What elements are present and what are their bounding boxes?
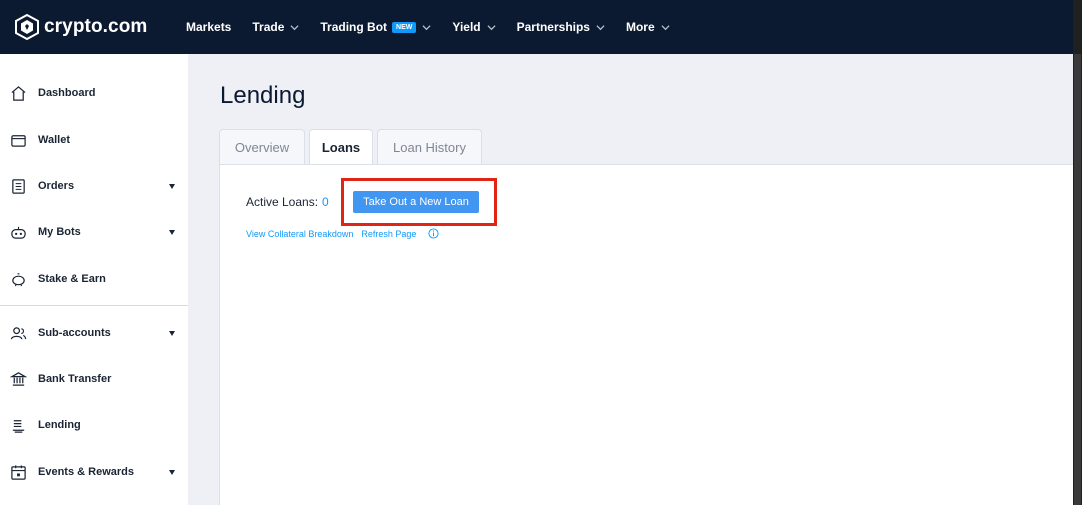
sidebar-item-label: Wallet [38, 134, 70, 146]
sidebar-item-stake-earn[interactable]: Stake & Earn [0, 262, 188, 296]
scrollbar-thumb[interactable] [1074, 54, 1081, 505]
sidebar-item-wallet[interactable]: Wallet [0, 123, 188, 157]
tab-overview[interactable]: Overview [219, 129, 305, 164]
home-icon [11, 85, 26, 101]
nav-yield-label: Yield [452, 20, 481, 34]
nav-markets-label: Markets [186, 20, 232, 34]
sidebar-item-sub-accounts[interactable]: Sub-accounts [0, 316, 188, 350]
chevron-down-icon [422, 24, 431, 30]
chevron-down-icon [290, 24, 299, 30]
tab-loans[interactable]: Loans [309, 129, 373, 165]
nav-more[interactable]: More [626, 20, 670, 34]
sidebar: Dashboard Wallet Orders My Bots Stake & … [0, 54, 188, 505]
nav-more-label: More [625, 20, 655, 34]
main-content: Lending Overview Loans Loan History Acti… [188, 54, 1073, 505]
lending-icon [12, 419, 25, 433]
main-nav: Markets Trade Trading Bot NEW Yield Part… [186, 20, 691, 34]
nav-yield[interactable]: Yield [452, 20, 496, 34]
nav-trading-bot-label: Trading Bot [320, 20, 388, 34]
chevron-down-icon [596, 24, 605, 30]
nav-trade-label: Trade [252, 20, 285, 34]
sidebar-item-label: Bank Transfer [38, 373, 112, 385]
sidebar-item-orders[interactable]: Orders [0, 169, 188, 203]
sidebar-item-label: Lending [38, 419, 81, 431]
orders-icon [12, 178, 25, 194]
caret-down-icon [169, 183, 175, 189]
caret-down-icon [169, 469, 175, 475]
sidebar-item-label: Stake & Earn [38, 273, 106, 285]
sidebar-item-label: Orders [38, 180, 75, 192]
chevron-down-icon [661, 24, 670, 30]
crypto-com-logo-icon [15, 14, 39, 40]
scrollbar[interactable] [1073, 0, 1082, 505]
nav-partnerships[interactable]: Partnerships [517, 20, 605, 34]
sidebar-item-label: Dashboard [38, 87, 96, 99]
sidebar-item-events-rewards[interactable]: Events & Rewards [0, 455, 188, 489]
sidebar-item-label: Sub-accounts [38, 327, 111, 339]
take-out-new-loan-button[interactable]: Take Out a New Loan [353, 191, 479, 213]
nav-markets[interactable]: Markets [186, 20, 231, 34]
panel-links: View Collateral Breakdown Refresh Page [246, 228, 439, 239]
new-badge: NEW [392, 21, 417, 33]
nav-partnerships-label: Partnerships [516, 20, 590, 34]
active-loans-label: Active Loans: [246, 195, 319, 209]
nav-trade[interactable]: Trade [252, 20, 299, 34]
wallet-icon [11, 134, 26, 147]
users-icon [10, 326, 27, 339]
caret-down-icon [169, 229, 175, 235]
view-collateral-breakdown-link[interactable]: View Collateral Breakdown [246, 229, 353, 239]
calendar-icon [11, 464, 26, 480]
loans-panel: Active Loans: 0 Take Out a New Loan View … [219, 164, 1073, 505]
sidebar-item-bank-transfer[interactable]: Bank Transfer [0, 362, 188, 396]
top-nav-bar: crypto.com Markets Trade Trading Bot NEW… [0, 0, 1073, 54]
caret-down-icon [169, 330, 175, 336]
bank-icon [10, 371, 27, 386]
active-loans-count[interactable]: 0 [322, 195, 329, 209]
brand-logo[interactable]: crypto.com [15, 14, 186, 40]
lending-tabs: Overview Loans Loan History [219, 129, 486, 165]
active-loans-summary: Active Loans: 0 [246, 195, 329, 209]
piggy-bank-icon [12, 272, 25, 286]
nav-trading-bot[interactable]: Trading Bot NEW [320, 20, 431, 34]
sidebar-divider [0, 305, 188, 306]
sidebar-item-lending[interactable]: Lending [0, 408, 188, 442]
info-icon[interactable] [428, 228, 439, 239]
page-title: Lending [220, 82, 306, 109]
sidebar-item-label: Events & Rewards [38, 466, 134, 478]
chevron-down-icon [487, 24, 496, 30]
sidebar-item-dashboard[interactable]: Dashboard [0, 76, 188, 110]
sidebar-item-label: My Bots [38, 226, 81, 238]
tab-loan-history[interactable]: Loan History [377, 129, 482, 164]
bot-icon [11, 226, 26, 239]
brand-name: crypto.com [44, 16, 148, 37]
sidebar-item-my-bots[interactable]: My Bots [0, 215, 188, 249]
refresh-page-link[interactable]: Refresh Page [361, 229, 416, 239]
